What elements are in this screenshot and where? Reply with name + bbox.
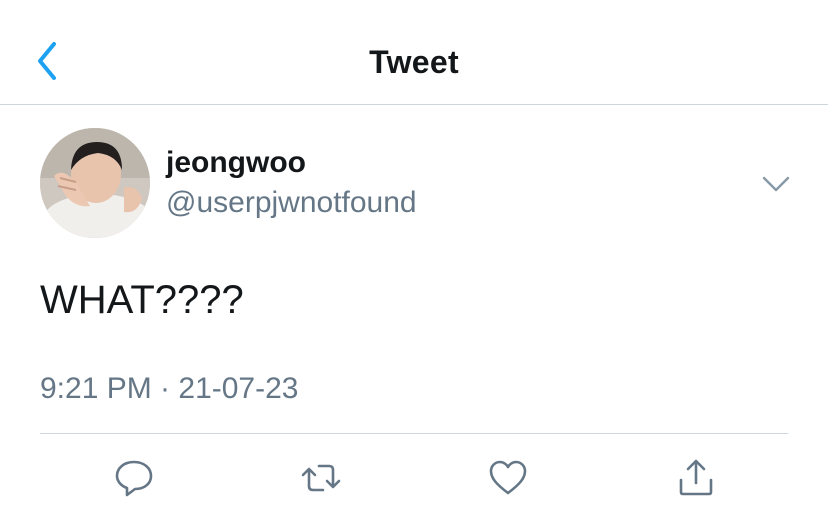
reply-button[interactable] bbox=[112, 456, 156, 500]
user-handle[interactable]: @userpjwnotfound bbox=[166, 185, 417, 221]
retweet-icon bbox=[301, 464, 341, 492]
nav-bar: Tweet bbox=[0, 0, 828, 105]
chevron-down-icon bbox=[762, 176, 790, 192]
avatar[interactable] bbox=[40, 128, 150, 238]
tweet-text: WHAT???? bbox=[40, 278, 244, 322]
tweet-timestamp: 9:21 PM · 21-07-23 bbox=[40, 372, 299, 405]
more-options-button[interactable] bbox=[760, 170, 792, 198]
like-button[interactable] bbox=[486, 456, 530, 500]
avatar-photo bbox=[40, 128, 150, 238]
divider bbox=[40, 433, 788, 434]
share-button[interactable] bbox=[674, 456, 718, 500]
page-title: Tweet bbox=[369, 44, 459, 80]
display-name[interactable]: jeongwoo bbox=[166, 145, 306, 181]
retweet-button[interactable] bbox=[299, 456, 343, 500]
reply-icon bbox=[115, 460, 153, 497]
heart-icon bbox=[489, 460, 527, 495]
share-icon bbox=[679, 459, 713, 496]
